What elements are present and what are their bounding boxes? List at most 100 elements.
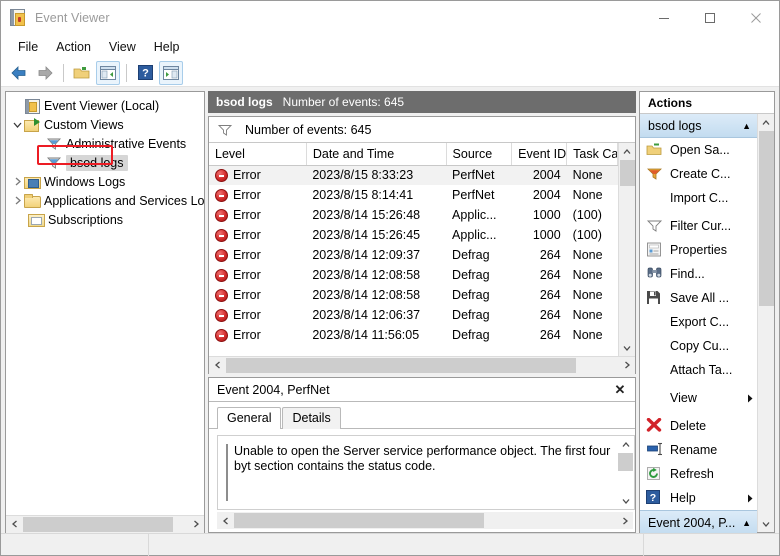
scroll-track[interactable] (23, 515, 187, 533)
table-row[interactable]: Error 2023/8/14 15:26:48 Applic... 1000 … (209, 205, 618, 225)
action-label: Attach Ta... (670, 363, 733, 377)
chevron-right-icon[interactable] (10, 175, 24, 189)
menu-item-help[interactable]: Help (145, 38, 189, 56)
window-left-icon[interactable] (96, 60, 120, 85)
scroll-thumb[interactable] (618, 453, 633, 471)
action-copy-custom-view[interactable]: Copy Cu... (640, 334, 757, 358)
table-row[interactable]: Error 2023/8/14 15:26:45 Applic... 1000 … (209, 225, 618, 245)
table-row[interactable]: Error 2023/8/15 8:14:41 PerfNet 2004 Non… (209, 185, 618, 205)
detail-vertical-scrollbar[interactable] (617, 436, 634, 509)
results-pane-title: bsod logs Number of events: 645 (208, 91, 636, 113)
chevron-up-icon[interactable]: ▲ (742, 121, 751, 131)
scroll-thumb[interactable] (234, 513, 484, 528)
folder-open-icon[interactable] (70, 61, 94, 85)
scroll-track[interactable] (226, 356, 618, 374)
action-save-all-events-as[interactable]: Save All ... (640, 286, 757, 310)
table-row[interactable]: Error 2023/8/14 12:09:37 Defrag 264 None (209, 245, 618, 265)
action-find[interactable]: Find... (640, 262, 757, 286)
scroll-thumb[interactable] (23, 516, 173, 532)
action-open-saved-log[interactable]: Open Sa... (640, 138, 757, 162)
tab-details[interactable]: Details (282, 407, 341, 429)
action-filter-current-custom-view[interactable]: Filter Cur... (640, 214, 757, 238)
tree-item-administrative-events[interactable]: Administrative Events (6, 134, 204, 153)
action-delete[interactable]: Delete (640, 414, 757, 438)
scroll-down-arrow-icon[interactable] (619, 339, 636, 356)
actions-vertical-scrollbar[interactable] (757, 114, 774, 532)
detail-horizontal-scrollbar[interactable] (217, 512, 633, 529)
results-pane-count: Number of events: 645 (282, 95, 405, 109)
tree-item-applications-and-services-logs[interactable]: Applications and Services Lo (6, 191, 204, 210)
close-icon[interactable]: ✕ (611, 381, 629, 399)
table-row[interactable]: Error 2023/8/14 11:56:05 Defrag 264 None (209, 325, 618, 345)
menu-item-view[interactable]: View (100, 38, 145, 56)
scroll-right-arrow-icon[interactable] (616, 512, 633, 529)
chevron-down-icon[interactable] (10, 118, 24, 132)
center-pane: bsod logs Number of events: 645 Number o… (208, 91, 636, 533)
actions-group-bsod-logs[interactable]: bsod logs ▲ (640, 114, 757, 138)
column-header-event-id[interactable]: Event ID (511, 143, 568, 166)
column-header-level[interactable]: Level (209, 143, 307, 166)
chevron-right-icon[interactable] (10, 194, 24, 208)
cell-source: Defrag (452, 268, 490, 282)
tree-item-bsod-logs[interactable]: bsod logs (6, 153, 204, 172)
scroll-thumb[interactable] (226, 357, 576, 373)
column-header-source[interactable]: Source (446, 143, 513, 166)
scroll-track[interactable] (758, 131, 775, 515)
table-row[interactable]: Error 2023/8/15 8:33:23 PerfNet 2004 Non… (209, 165, 618, 185)
action-view[interactable]: View (640, 386, 757, 410)
events-horizontal-scrollbar[interactable] (209, 356, 635, 374)
events-vertical-scrollbar[interactable] (618, 143, 635, 356)
action-create-custom-view[interactable]: Create C... (640, 162, 757, 186)
table-row[interactable]: Error 2023/8/14 12:08:58 Defrag 264 None (209, 265, 618, 285)
close-button[interactable] (733, 1, 779, 35)
cell-level: Error (233, 288, 261, 302)
minimize-button[interactable] (641, 1, 687, 35)
tree-item-event-viewer-local[interactable]: Event Viewer (Local) (6, 96, 204, 115)
scroll-left-arrow-icon[interactable] (217, 512, 234, 529)
column-header-date-time[interactable]: Date and Time (306, 143, 447, 166)
scroll-right-arrow-icon[interactable] (618, 356, 635, 374)
scroll-down-arrow-icon[interactable] (617, 492, 634, 509)
scroll-track[interactable] (619, 160, 636, 339)
question-mark-icon[interactable]: ? (133, 61, 157, 85)
scroll-left-arrow-icon[interactable] (209, 356, 226, 374)
action-properties[interactable]: Properties (640, 238, 757, 262)
scroll-thumb[interactable] (758, 131, 774, 306)
back-arrow-icon[interactable] (7, 61, 31, 85)
scroll-right-arrow-icon[interactable] (187, 515, 204, 533)
menu-item-action[interactable]: Action (47, 38, 100, 56)
tree-horizontal-scrollbar[interactable] (6, 515, 204, 533)
tab-general[interactable]: General (217, 407, 282, 429)
forward-arrow-icon[interactable] (33, 61, 57, 85)
window-right-icon[interactable] (159, 60, 183, 85)
action-help[interactable]: ? Help (640, 486, 757, 510)
scroll-track[interactable] (617, 453, 634, 492)
action-attach-task-to-this-custom-view[interactable]: Attach Ta... (640, 358, 757, 382)
scroll-down-arrow-icon[interactable] (758, 515, 775, 532)
column-header-task-category[interactable]: Task Ca (566, 143, 618, 166)
cell-event-id: 264 (539, 328, 561, 342)
tree-item-custom-views[interactable]: Custom Views (6, 115, 204, 134)
tree-item-subscriptions[interactable]: Subscriptions (6, 210, 204, 229)
scroll-track[interactable] (234, 512, 616, 529)
action-rename[interactable]: Rename (640, 438, 757, 462)
tree-item-windows-logs[interactable]: Windows Logs (6, 172, 204, 191)
scroll-up-arrow-icon[interactable] (619, 143, 636, 160)
action-import-custom-view[interactable]: Import C... (640, 186, 757, 210)
menu-item-file[interactable]: File (9, 38, 47, 56)
table-row[interactable]: Error 2023/8/14 12:06:37 Defrag 264 None (209, 305, 618, 325)
scroll-up-arrow-icon[interactable] (758, 114, 775, 131)
scroll-left-arrow-icon[interactable] (6, 515, 23, 533)
no-icon (646, 338, 664, 354)
action-export-custom-view[interactable]: Export C... (640, 310, 757, 334)
actions-group-event-2004[interactable]: Event 2004, P... ▲ (640, 510, 757, 534)
maximize-button[interactable] (687, 1, 733, 35)
table-row[interactable]: Error 2023/8/14 12:08:58 Defrag 264 None (209, 285, 618, 305)
action-refresh[interactable]: Refresh (640, 462, 757, 486)
scroll-thumb[interactable] (619, 160, 635, 186)
event-message-text: Unable to open the Server service perfor… (226, 444, 611, 501)
chevron-up-icon[interactable]: ▲ (742, 518, 751, 528)
scroll-up-arrow-icon[interactable] (617, 436, 634, 453)
tree-item-label: Applications and Services Lo (44, 193, 204, 208)
event-message-area: Unable to open the Server service perfor… (217, 435, 635, 510)
